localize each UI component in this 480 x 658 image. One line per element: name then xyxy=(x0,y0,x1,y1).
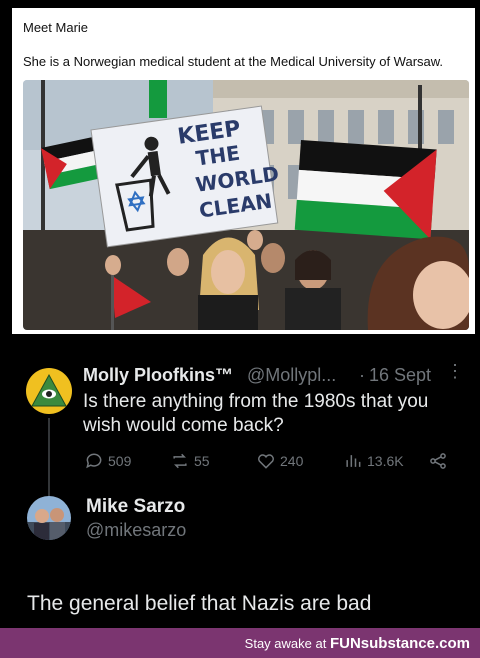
views-button[interactable]: 13.6K xyxy=(343,451,404,471)
tweet-author-handle[interactable]: @Mollypl... xyxy=(247,365,336,386)
reply-author-handle[interactable]: @mikesarzo xyxy=(86,520,186,541)
share-button[interactable] xyxy=(428,451,448,471)
watermark-text: Stay awake at FUNsubstance.com xyxy=(245,635,470,652)
heart-icon xyxy=(258,454,274,469)
molly-avatar[interactable] xyxy=(26,368,72,414)
watermark-prefix: Stay awake at xyxy=(244,636,330,651)
tweet-author-name[interactable]: Molly Ploofkins™ xyxy=(83,365,233,386)
mike-avatar[interactable] xyxy=(27,496,71,540)
retweet-count: 55 xyxy=(194,453,210,469)
like-button[interactable]: 240 xyxy=(256,451,303,471)
reply-icon xyxy=(86,453,102,469)
retweet-button[interactable]: 55 xyxy=(170,451,210,471)
reply-author-name[interactable]: Mike Sarzo xyxy=(86,496,185,518)
separator-dot: · xyxy=(359,365,365,385)
reply-button[interactable]: 509 xyxy=(84,451,131,471)
share-icon xyxy=(430,453,446,469)
watermark-footer: Stay awake at FUNsubstance.com xyxy=(0,628,480,658)
views-icon xyxy=(346,455,361,467)
reply-text: The general belief that Nazis are bad xyxy=(27,592,372,615)
like-count: 240 xyxy=(280,453,304,469)
caption-description: She is a Norwegian medical student at th… xyxy=(23,54,444,69)
more-options-icon[interactable]: ⋮ xyxy=(446,362,464,380)
views-count: 13.6K xyxy=(367,453,404,469)
watermark-brand[interactable]: FUNsubstance.com xyxy=(330,635,470,652)
tweet-date[interactable]: 16 Sept xyxy=(369,365,431,386)
reply-count: 509 xyxy=(108,453,132,469)
caption-title: Meet Marie xyxy=(23,20,89,35)
tweet-actions: 509 55 240 13.6K xyxy=(0,451,480,473)
tweet-text: Is there anything from the 1980s that yo… xyxy=(83,391,429,436)
protest-photo: KEEP THE WORLD CLEAN xyxy=(23,80,469,330)
tweet-thread: Molly Ploofkins™ @Mollypl... · 16 Sept ⋮… xyxy=(0,334,480,628)
caption-card: Meet Marie She is a Norwegian medical st… xyxy=(12,8,475,334)
retweet-icon xyxy=(173,453,187,469)
